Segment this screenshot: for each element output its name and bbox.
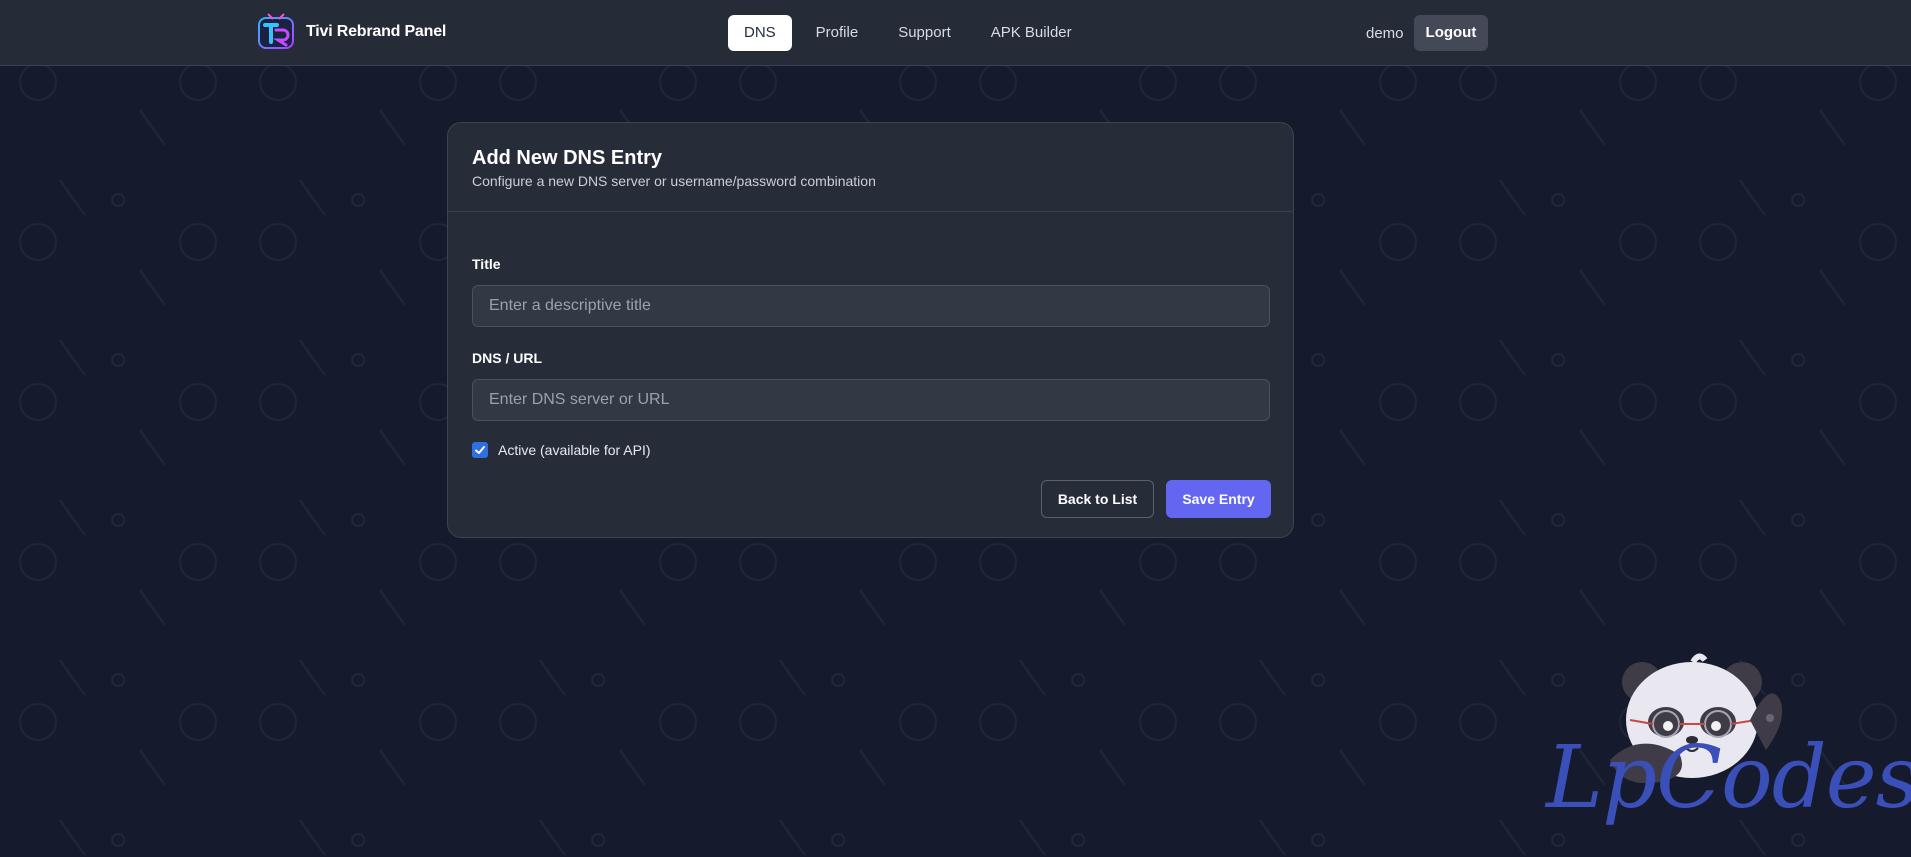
username: demo: [1366, 24, 1404, 42]
nav-item-profile[interactable]: Profile: [800, 15, 875, 51]
checkmark-icon: [475, 446, 485, 454]
brand[interactable]: Tivi Rebrand Panel: [256, 12, 446, 52]
save-entry-button[interactable]: Save Entry: [1166, 480, 1271, 518]
nav-item-dns[interactable]: DNS: [728, 15, 792, 51]
main-nav: DNS Profile Support APK Builder: [728, 15, 1088, 51]
brand-name: Tivi Rebrand Panel: [306, 23, 447, 40]
lpcodes-watermark: LpCodes: [1546, 728, 1911, 828]
back-to-list-button[interactable]: Back to List: [1041, 480, 1154, 518]
active-checkbox-label: Active (available for API): [498, 442, 651, 458]
title-input[interactable]: [472, 285, 1270, 327]
add-dns-card: Add New DNS Entry Configure a new DNS se…: [447, 122, 1294, 538]
nav-item-apk-builder[interactable]: APK Builder: [975, 15, 1088, 51]
page-title: Add New DNS Entry: [472, 147, 663, 169]
title-label: Title: [472, 256, 501, 272]
page-subtitle: Configure a new DNS server or username/p…: [472, 173, 876, 189]
tr-logo-icon: [258, 13, 294, 49]
nav-item-support[interactable]: Support: [882, 15, 967, 51]
dns-url-label: DNS / URL: [472, 350, 542, 366]
user-area: demo Logout: [1366, 15, 1489, 51]
card-header: Add New DNS Entry Configure a new DNS se…: [448, 123, 1293, 212]
dns-url-input[interactable]: [472, 379, 1270, 421]
top-navbar: Tivi Rebrand Panel DNS Profile Support A…: [0, 0, 1911, 66]
logout-button[interactable]: Logout: [1413, 15, 1489, 51]
active-checkbox-row[interactable]: Active (available for API): [472, 442, 651, 458]
active-checkbox[interactable]: [472, 442, 488, 458]
